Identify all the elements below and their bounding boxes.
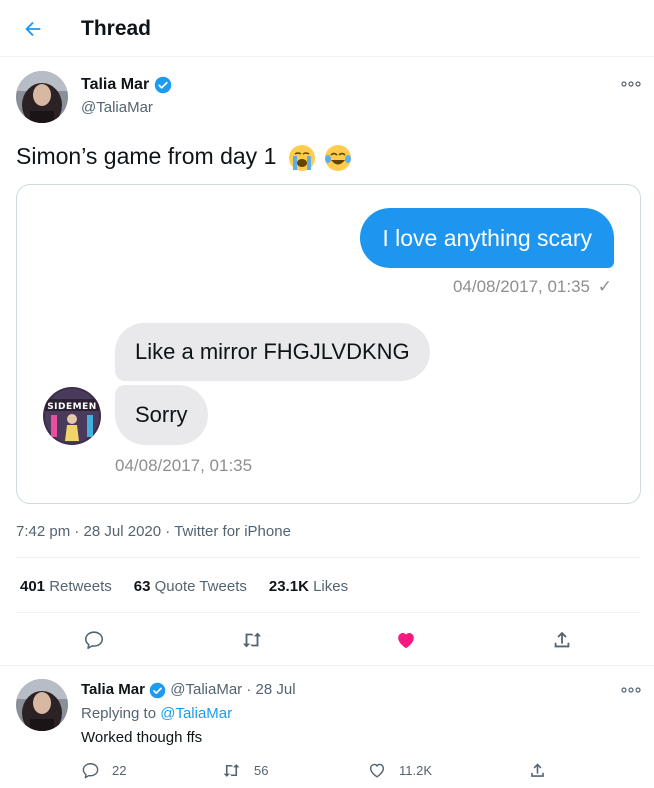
outgoing-message-time: 04/08/2017, 01:35 ✓ [453, 277, 612, 297]
loudly-crying-face-icon [288, 145, 315, 171]
tweet-time[interactable]: 7:42 pm [16, 523, 70, 540]
likes-label: Likes [313, 578, 349, 595]
reply-header: Talia Mar @TaliaMar · 28 Jul [81, 681, 296, 699]
divider [16, 557, 641, 558]
author-name[interactable]: Talia Mar [81, 76, 172, 94]
retweets-stat[interactable]: 401 Retweets [20, 578, 112, 595]
more-icon [621, 81, 641, 87]
quote-tweets-label: Quote Tweets [154, 578, 247, 595]
incoming-message-time: 04/08/2017, 01:35 [115, 456, 253, 475]
likes-count: 23.1K [268, 578, 309, 595]
header-bar: Thread [0, 0, 654, 57]
tweet-source[interactable]: Twitter for iPhone [174, 523, 291, 540]
reply-author-name[interactable]: Talia Mar [81, 681, 145, 698]
retweets-label: Retweets [49, 578, 112, 595]
meta-separator: · [165, 523, 171, 540]
reply-button[interactable] [77, 623, 111, 657]
reply-retweets-count: 56 [254, 762, 269, 778]
author-avatar[interactable] [16, 71, 68, 123]
retweets-count: 401 [20, 578, 46, 595]
quote-tweets-count: 63 [133, 578, 151, 595]
outgoing-message-bubble: I love anything scary [360, 208, 614, 268]
more-options-button[interactable] [619, 76, 643, 92]
reply-share-button[interactable] [528, 759, 547, 781]
meta-separator: · [74, 523, 80, 540]
incoming-message-bubble: Like a mirror FHGJLVDKNG [115, 323, 430, 381]
verified-badge-icon [154, 76, 171, 94]
quote-tweets-stat[interactable]: 63 Quote Tweets [134, 578, 247, 595]
replying-to-label: Replying to @TaliaMar [81, 705, 232, 722]
author-handle[interactable]: @TaliaMar [81, 99, 153, 116]
tweet-date[interactable]: 28 Jul 2020 [84, 523, 162, 540]
retweet-icon [242, 632, 262, 648]
reply-author-handle[interactable]: @TaliaMar [170, 681, 242, 698]
like-button[interactable] [389, 623, 423, 657]
retweet-icon [223, 763, 240, 777]
share-icon [554, 631, 570, 648]
replying-prefix: Replying to [81, 705, 157, 722]
arrow-left-icon [25, 21, 41, 37]
page-title: Thread [81, 17, 152, 40]
reply-like-button[interactable]: 11.2K [367, 759, 432, 781]
likes-stat[interactable]: 23.1K Likes [269, 578, 348, 595]
more-icon [621, 687, 641, 693]
back-button[interactable] [18, 14, 48, 44]
read-check-icon: ✓ [597, 277, 612, 296]
sidemen-avatar: SIDEMEN [43, 387, 101, 445]
reply-retweet-button[interactable]: 56 [221, 759, 268, 781]
share-icon [531, 762, 544, 777]
outgoing-time-text: 04/08/2017, 01:35 [452, 277, 591, 296]
author-name-text: Talia Mar [81, 76, 150, 94]
replying-to-mention[interactable]: @TaliaMar [160, 705, 232, 722]
reply-icon [82, 762, 99, 778]
verified-badge-icon [149, 682, 166, 698]
reply-text: Worked though ffs [81, 729, 203, 746]
heart-outline-icon [369, 763, 385, 778]
reply-separator: · [246, 681, 252, 698]
sidemen-avatar-text: SIDEMEN [47, 402, 97, 412]
reply-replies-count: 22 [112, 762, 127, 778]
reply-reply-button[interactable]: 22 [81, 759, 126, 781]
reply-more-options-button[interactable] [619, 682, 643, 698]
tweet-stats: 401 Retweets 63 Quote Tweets 23.1K Likes [20, 578, 370, 595]
tweet-media-image[interactable]: I love anything scary 04/08/2017, 01:35 … [16, 184, 641, 504]
tweet-text: Simon’s game from day 1 [16, 143, 353, 173]
retweet-button[interactable] [235, 623, 269, 657]
incoming-message-bubble: Sorry [115, 385, 208, 445]
face-with-tears-of-joy-icon [325, 145, 352, 171]
divider [16, 612, 641, 613]
share-button[interactable] [545, 623, 579, 657]
reply-author-avatar[interactable] [16, 679, 68, 731]
tweet-meta: 7:42 pm · 28 Jul 2020 · Twitter for iPho… [16, 523, 291, 540]
heart-filled-icon [398, 632, 414, 649]
reply-icon [84, 631, 104, 650]
divider [0, 665, 654, 666]
reply-likes-count: 11.2K [399, 762, 433, 778]
tweet-text-content: Simon’s game from day 1 [16, 143, 277, 170]
reply-date[interactable]: 28 Jul [256, 681, 296, 698]
